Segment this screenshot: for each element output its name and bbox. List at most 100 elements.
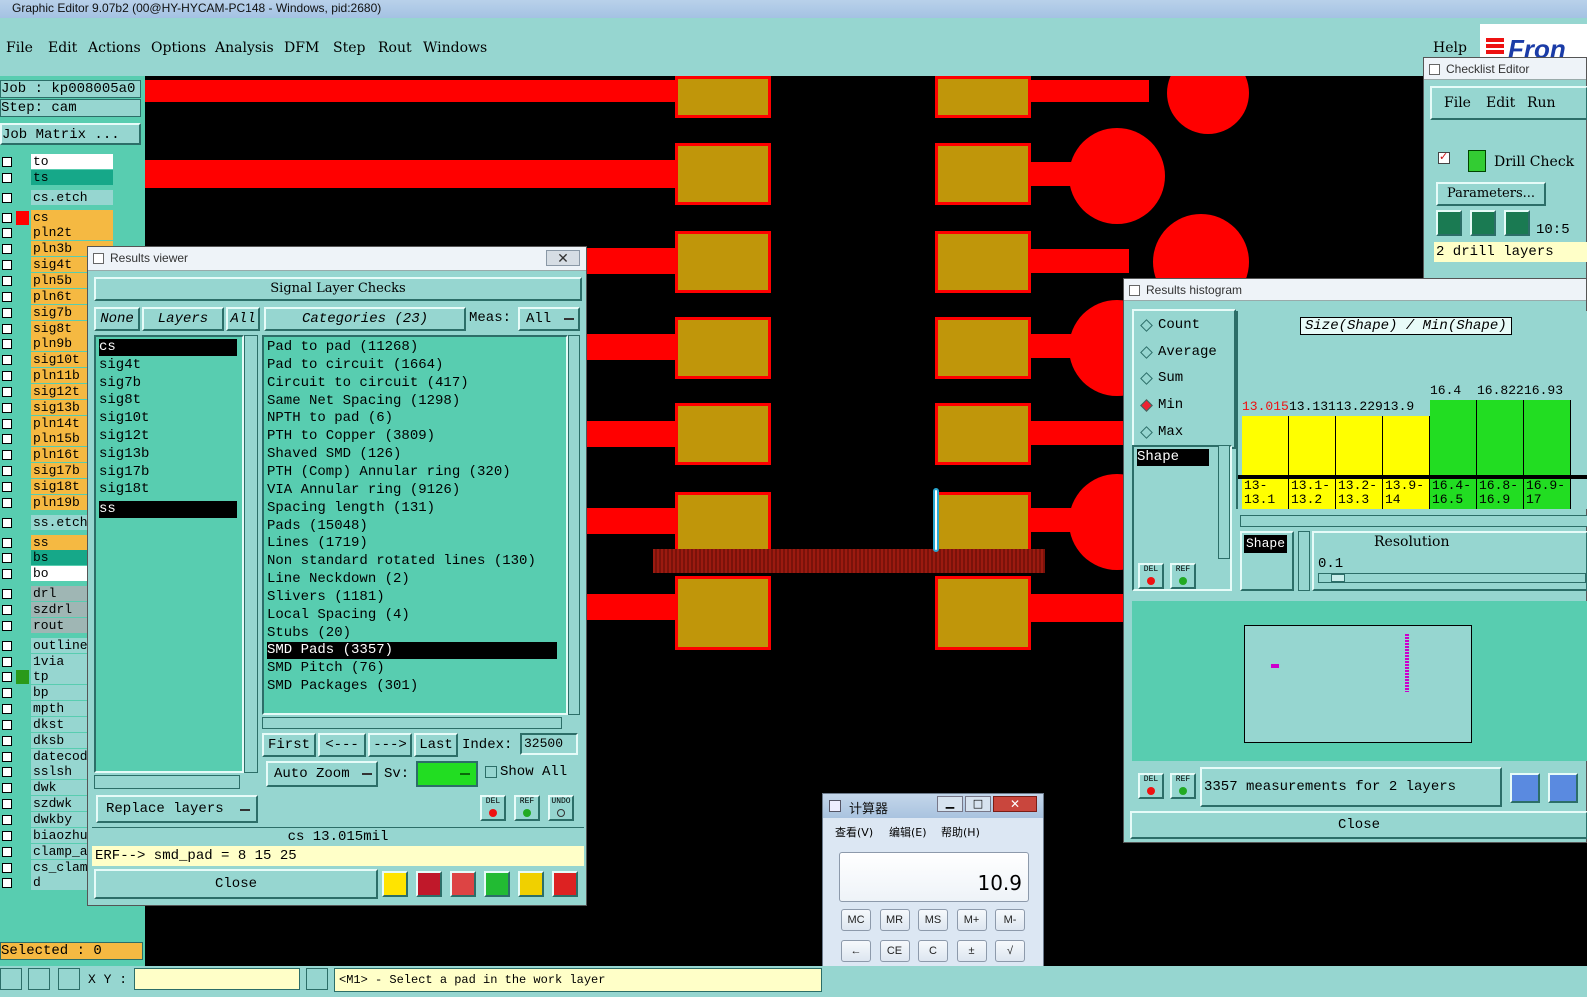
layer-checkbox[interactable] bbox=[2, 192, 12, 203]
calc-key[interactable]: MC bbox=[841, 909, 871, 931]
layer-checkbox[interactable] bbox=[2, 172, 12, 183]
run-icon[interactable] bbox=[1470, 210, 1496, 236]
calc-key[interactable]: MS bbox=[918, 909, 948, 931]
tool-icon[interactable] bbox=[0, 968, 22, 990]
layer-checkbox[interactable] bbox=[2, 751, 12, 762]
run-icon[interactable] bbox=[1436, 210, 1462, 236]
layer-list-item[interactable]: cs bbox=[99, 339, 237, 356]
smd-pad[interactable] bbox=[675, 231, 771, 293]
layer-scrollbar[interactable] bbox=[244, 335, 258, 773]
mode-min[interactable]: Min bbox=[1158, 397, 1183, 413]
smd-pad[interactable] bbox=[935, 76, 1031, 118]
smd-pad[interactable] bbox=[675, 576, 771, 650]
category-list-item[interactable]: SMD Packages (301) bbox=[267, 678, 557, 695]
layer-checkbox[interactable] bbox=[2, 386, 12, 397]
layer-checkbox[interactable] bbox=[2, 672, 12, 683]
layer-checkbox[interactable] bbox=[2, 735, 12, 746]
layer-list-item[interactable]: ss bbox=[99, 501, 237, 519]
layer-row[interactable]: pln2t bbox=[0, 225, 145, 241]
checklist-menu-edit[interactable]: Edit bbox=[1486, 95, 1515, 111]
calc-menu-help[interactable]: 帮助(H) bbox=[941, 824, 980, 840]
close-button[interactable]: Close bbox=[94, 869, 378, 899]
hist-del-button-2[interactable]: DEL bbox=[1138, 773, 1164, 799]
layer-listbox[interactable]: cs sig4t sig7b sig8t sig10t sig12t sig13b sig17… bbox=[94, 335, 244, 773]
layer-checkbox[interactable] bbox=[2, 482, 12, 492]
calc-key[interactable]: ← bbox=[841, 940, 871, 962]
tool-icon[interactable] bbox=[58, 968, 80, 990]
layer-checkbox[interactable] bbox=[2, 830, 12, 841]
mode-average[interactable]: Average bbox=[1158, 344, 1217, 360]
layers-button[interactable]: Layers bbox=[142, 307, 224, 331]
layer-checkbox[interactable] bbox=[2, 704, 12, 715]
ref-button[interactable]: REF bbox=[514, 795, 540, 821]
maximize-icon[interactable]: □ bbox=[965, 796, 991, 812]
layer-checkbox[interactable] bbox=[2, 307, 12, 318]
first-button[interactable]: First bbox=[262, 733, 316, 757]
next-button[interactable]: ---> bbox=[368, 733, 412, 757]
none-button[interactable]: None bbox=[94, 307, 140, 331]
layer-list-item[interactable]: sig7b bbox=[99, 375, 237, 392]
replace-layers-dropdown[interactable]: Replace layers bbox=[96, 795, 258, 823]
checklist-menu-run[interactable]: Run bbox=[1527, 95, 1556, 111]
minimize-icon[interactable]: ▁ bbox=[937, 796, 963, 812]
layer-checkbox[interactable] bbox=[2, 371, 12, 382]
hist-ref-button-2[interactable]: REF bbox=[1170, 773, 1196, 799]
layer-list-item[interactable]: sig17b bbox=[99, 464, 237, 481]
menu-help[interactable]: Help bbox=[1433, 40, 1467, 56]
all-button[interactable]: All bbox=[226, 307, 260, 331]
smd-pad[interactable] bbox=[935, 492, 1031, 554]
histogram-bar[interactable] bbox=[1242, 416, 1289, 475]
mode-count[interactable]: Count bbox=[1158, 317, 1200, 333]
layer-list-item[interactable]: sig4t bbox=[99, 357, 237, 374]
menu-file[interactable]: File bbox=[6, 40, 33, 56]
layer-list-item[interactable]: sig18t bbox=[99, 481, 237, 498]
layer-checkbox[interactable] bbox=[2, 589, 12, 600]
category-list-item[interactable]: Line Neckdown (2) bbox=[267, 571, 557, 588]
layer-checkbox[interactable] bbox=[2, 434, 12, 445]
index-input[interactable]: 32500 bbox=[520, 733, 578, 755]
smd-pad[interactable] bbox=[675, 492, 771, 554]
category-scrollbar[interactable] bbox=[568, 335, 580, 715]
layer-row[interactable]: to bbox=[0, 154, 145, 170]
del-button[interactable]: DEL bbox=[480, 795, 506, 821]
layer-checkbox[interactable] bbox=[2, 260, 12, 271]
category-list-item[interactable]: Circuit to circuit (417) bbox=[267, 375, 557, 392]
menu-rout[interactable]: Rout bbox=[378, 40, 412, 56]
layer-checkbox[interactable] bbox=[2, 688, 12, 699]
smd-pad[interactable] bbox=[675, 76, 771, 118]
smd-pad[interactable] bbox=[675, 403, 771, 465]
auto-zoom-dropdown[interactable]: Auto Zoom bbox=[266, 761, 378, 787]
smd-pad[interactable] bbox=[935, 576, 1031, 650]
tool-icon[interactable] bbox=[28, 968, 50, 990]
layer-checkbox[interactable] bbox=[2, 212, 12, 223]
category-list-item[interactable]: Slivers (1181) bbox=[267, 589, 557, 606]
histogram-bar[interactable] bbox=[1477, 400, 1524, 475]
show-all-checkbox[interactable] bbox=[485, 766, 497, 778]
layer-checkbox[interactable] bbox=[2, 569, 12, 580]
drill-check-label[interactable]: Drill Check bbox=[1494, 154, 1574, 170]
resolution-scrollbar[interactable] bbox=[1298, 531, 1310, 591]
histogram-bar[interactable] bbox=[1430, 400, 1477, 475]
category-list-item[interactable]: Pad to pad (11268) bbox=[267, 339, 557, 356]
layer-checkbox[interactable] bbox=[2, 323, 12, 334]
layer-checkbox[interactable] bbox=[2, 878, 12, 889]
layer-checkbox[interactable] bbox=[2, 497, 12, 508]
clear-icon[interactable] bbox=[450, 871, 476, 897]
zoom-icon[interactable] bbox=[1510, 773, 1540, 803]
layer-checkbox[interactable] bbox=[2, 466, 12, 477]
notes-icon[interactable] bbox=[518, 871, 544, 897]
highlight-icon[interactable] bbox=[416, 871, 442, 897]
histogram-bar[interactable] bbox=[1524, 400, 1571, 475]
layer-checkbox[interactable] bbox=[2, 783, 12, 794]
undo-button[interactable]: UNDO bbox=[548, 795, 574, 821]
tool-icon[interactable] bbox=[306, 968, 328, 990]
category-hscrollbar[interactable] bbox=[262, 717, 562, 729]
category-list-item[interactable]: SMD Pitch (76) bbox=[267, 660, 557, 677]
menu-options[interactable]: Options bbox=[151, 40, 206, 56]
chart-hscrollbar[interactable] bbox=[1240, 515, 1587, 527]
category-listbox[interactable]: Pad to pad (11268) Pad to circuit (1664) C… bbox=[262, 335, 568, 715]
layer-checkbox[interactable] bbox=[2, 862, 12, 873]
smd-pad[interactable] bbox=[935, 403, 1031, 465]
layer-checkbox[interactable] bbox=[2, 620, 12, 631]
category-list-item[interactable]: Local Spacing (4) bbox=[267, 607, 557, 624]
